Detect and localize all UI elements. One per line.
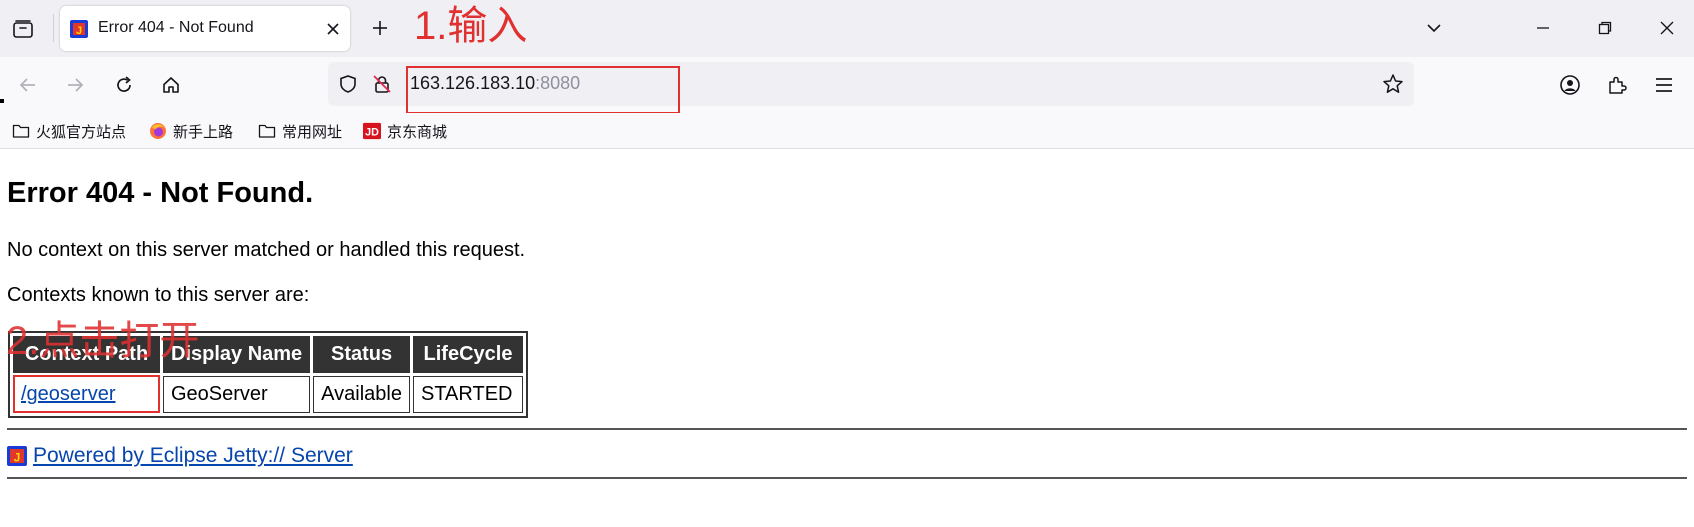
tab-close-button[interactable] <box>322 18 344 40</box>
bookmark-label: 京东商城 <box>387 123 448 141</box>
annotation-step-2: 2.点击打开 <box>6 319 200 363</box>
chevron-down-icon <box>1427 24 1441 33</box>
bookmark-item-jd-mall[interactable]: JD 京东商城 <box>363 120 447 142</box>
bookmark-label: 火狐官方站点 <box>36 123 127 141</box>
folder-icon <box>12 122 30 140</box>
reload-button[interactable] <box>108 69 140 101</box>
annotation-url-box <box>406 66 680 114</box>
extensions-puzzle-icon <box>1609 76 1627 94</box>
annotation-step-1: 1.输入 <box>414 4 528 48</box>
status-cell: Available <box>313 376 410 413</box>
minimize-icon <box>1537 27 1549 29</box>
account-button[interactable] <box>1554 69 1586 101</box>
jd-icon: JD <box>363 122 381 140</box>
plus-icon <box>373 21 387 35</box>
svg-text:J: J <box>76 25 82 37</box>
home-button[interactable] <box>155 69 187 101</box>
restore-button[interactable] <box>1582 10 1628 46</box>
bookmark-item-firefox-official[interactable]: 火狐官方站点 <box>12 120 126 142</box>
tab-title: Error 404 - Not Found <box>98 19 254 36</box>
back-button[interactable] <box>12 69 44 101</box>
bookmark-item-getting-started[interactable]: 新手上路 <box>149 120 233 142</box>
footer: J Powered by Eclipse Jetty:// Server <box>7 443 353 469</box>
column-header-lifecycle: LifeCycle <box>412 336 523 373</box>
tab-list-icon <box>13 20 33 38</box>
jetty-logo-icon: J <box>7 446 27 466</box>
insecure-lock-icon[interactable] <box>371 73 393 95</box>
firefox-view-button[interactable] <box>8 14 38 44</box>
bookmarks-toolbar: 火狐官方站点 新手上路 常用网址 JD 京东商城 <box>0 113 1694 149</box>
close-icon <box>1660 21 1674 35</box>
forward-button[interactable] <box>59 69 91 101</box>
divider-top <box>7 428 1687 430</box>
page-title: Error 404 - Not Found. <box>7 177 314 209</box>
forward-arrow-icon <box>68 78 84 92</box>
hamburger-menu-icon <box>1656 78 1672 92</box>
annotation-link-box <box>13 375 160 413</box>
bookmark-item-common-sites[interactable]: 常用网址 <box>258 120 342 142</box>
bookmark-label: 常用网址 <box>282 123 343 141</box>
folder-icon <box>258 122 276 140</box>
tab-separator <box>53 14 54 42</box>
error-message: No context on this server matched or han… <box>7 239 526 261</box>
bookmark-star-icon[interactable] <box>1382 73 1404 95</box>
home-icon <box>163 77 179 93</box>
back-arrow-icon <box>19 78 35 92</box>
jetty-powered-by-link[interactable]: Powered by Eclipse Jetty:// Server <box>33 444 353 468</box>
stray-dot <box>0 99 4 103</box>
svg-text:JD: JD <box>365 127 379 139</box>
new-tab-button[interactable] <box>366 14 394 42</box>
column-header-status: Status <box>313 336 410 373</box>
window-close-button[interactable] <box>1644 10 1690 46</box>
divider-bottom <box>7 477 1687 479</box>
page-content: Error 404 - Not Found. No context on thi… <box>0 150 1694 527</box>
restore-icon <box>1598 21 1612 35</box>
jetty-favicon-icon: J <box>70 20 88 38</box>
app-menu-button[interactable] <box>1648 69 1680 101</box>
active-tab[interactable]: J Error 404 - Not Found <box>60 6 350 51</box>
navigation-toolbar: 163.126.183.10:8080 <box>0 57 1694 113</box>
bookmark-label: 新手上路 <box>173 123 234 141</box>
svg-text:J: J <box>14 451 21 465</box>
list-all-tabs-button[interactable] <box>1420 14 1448 42</box>
reload-icon <box>117 76 131 92</box>
close-icon <box>327 23 339 35</box>
extensions-button[interactable] <box>1601 69 1633 101</box>
minimize-button[interactable] <box>1520 10 1566 46</box>
tracking-protection-shield-icon[interactable] <box>337 73 359 95</box>
firefox-icon <box>149 122 167 140</box>
account-icon <box>1560 75 1580 95</box>
tab-strip: J Error 404 - Not Found 1.输入 <box>0 0 1694 57</box>
contexts-intro: Contexts known to this server are: <box>7 284 310 306</box>
lifecycle-cell: STARTED <box>412 376 523 413</box>
display-name-cell: GeoServer <box>163 376 311 413</box>
